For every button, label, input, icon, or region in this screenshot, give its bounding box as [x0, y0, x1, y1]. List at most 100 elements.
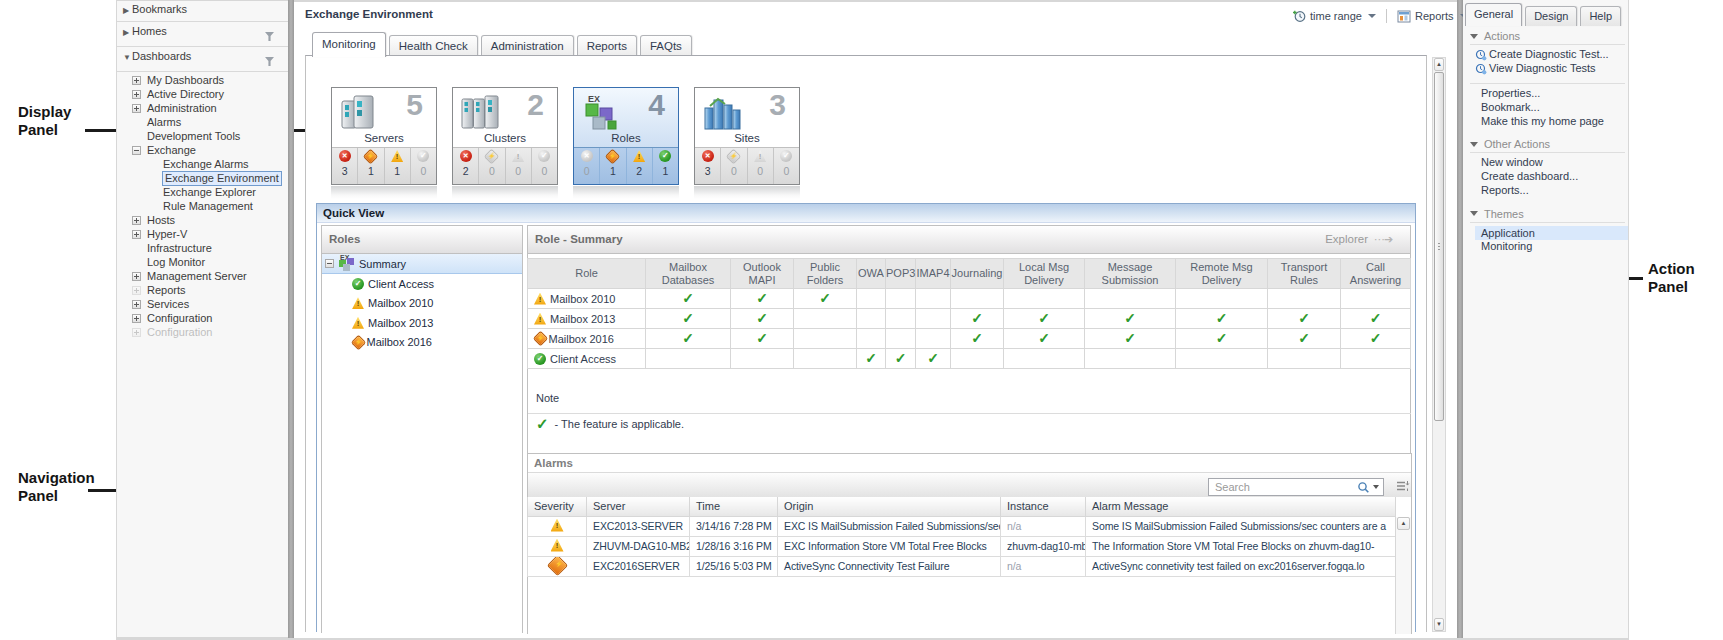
- nav-section-caret[interactable]: ▶: [123, 28, 129, 37]
- action-item-reports-[interactable]: Reports...: [1463, 184, 1628, 198]
- nav-item-reports[interactable]: Reports: [117, 283, 287, 297]
- nav-item-hyper-v[interactable]: Hyper-V: [117, 227, 287, 241]
- alarms-col-header[interactable]: Severity: [528, 497, 587, 516]
- tile-clusters[interactable]: 2Clusters2000: [452, 87, 558, 185]
- tile-alarm-cell-warning[interactable]: 2: [627, 148, 653, 184]
- plus-expander-icon[interactable]: [132, 328, 141, 337]
- plus-expander-icon[interactable]: [132, 90, 141, 99]
- action-tab-general[interactable]: General: [1465, 3, 1522, 26]
- nav-section-bookmarks[interactable]: ▶Bookmarks: [117, 3, 288, 21]
- plus-expander-icon[interactable]: [132, 104, 141, 113]
- action-item-make-this-my-home-page[interactable]: Make this my home page: [1463, 115, 1628, 129]
- main-scrollbar[interactable]: ▲ ▼: [1432, 57, 1446, 632]
- nav-item-development-tools[interactable]: Development Tools: [117, 129, 287, 143]
- summary-role-cell[interactable]: Client Access: [528, 349, 646, 369]
- action-item-application[interactable]: Application: [1475, 226, 1628, 240]
- action-item-bookmark-[interactable]: Bookmark...: [1463, 101, 1628, 115]
- tile-servers[interactable]: 5Servers3110: [331, 87, 437, 185]
- action-item-new-window[interactable]: New window: [1463, 156, 1628, 170]
- alarm-row[interactable]: EXC2016SERVER1/25/16 5:03 PMActiveSync C…: [528, 556, 1396, 576]
- plus-expander-icon[interactable]: [132, 314, 141, 323]
- nav-item-services[interactable]: Services: [117, 297, 287, 311]
- tile-roles[interactable]: EX4Roles0121: [573, 87, 679, 185]
- alarm-row[interactable]: EXC2013-SERVER3/14/16 7:28 PMEXC IS Mail…: [528, 516, 1396, 536]
- nav-item-exchange[interactable]: Exchange: [117, 143, 287, 157]
- nav-item-active-directory[interactable]: Active Directory: [117, 87, 287, 101]
- alarm-row[interactable]: ZHUVM-DAG10-MB21/28/16 3:16 PMEXC Inform…: [528, 536, 1396, 556]
- nav-section-homes[interactable]: ▶Homes: [117, 25, 288, 43]
- nav-item-hosts[interactable]: Hosts: [117, 213, 287, 227]
- time-range-dropdown-icon[interactable]: [1368, 14, 1376, 18]
- alarms-col-header[interactable]: Origin: [778, 497, 1001, 516]
- tile-alarm-cell-warning[interactable]: 1: [385, 148, 411, 184]
- plus-expander-icon[interactable]: [132, 272, 141, 281]
- nav-item-exchange-explorer[interactable]: Exchange Explorer: [117, 185, 287, 199]
- alarms-col-header[interactable]: Alarm Message: [1086, 497, 1396, 516]
- table-customizer-icon[interactable]: [1396, 479, 1410, 492]
- action-tab-help[interactable]: Help: [1580, 6, 1621, 26]
- nav-item-my-dashboards[interactable]: My Dashboards: [117, 73, 287, 87]
- action-item-monitoring[interactable]: Monitoring: [1463, 240, 1628, 254]
- main-scroll-thumb[interactable]: [1434, 72, 1444, 421]
- tab-reports[interactable]: Reports: [577, 35, 637, 56]
- minus-expander-icon[interactable]: [132, 146, 141, 155]
- tile-alarm-cell-normal[interactable]: 0: [532, 148, 557, 184]
- reports-menu-label[interactable]: Reports: [1415, 10, 1454, 22]
- roles-tree-item-mailbox-2010[interactable]: Mailbox 2010: [322, 294, 522, 314]
- main-scroll-down[interactable]: ▼: [1434, 618, 1444, 631]
- alarms-col-header[interactable]: Server: [587, 497, 690, 516]
- alarms-col-header[interactable]: Instance: [1001, 497, 1086, 516]
- explorer-link[interactable]: Explorer: [1325, 226, 1368, 253]
- roles-tree-item-mailbox-2016[interactable]: Mailbox 2016: [322, 333, 522, 353]
- nav-item-rule-management[interactable]: Rule Management: [117, 199, 287, 213]
- plus-expander-icon[interactable]: [132, 216, 141, 225]
- action-item-view-diagnostic-tests[interactable]: View Diagnostic Tests: [1463, 62, 1628, 76]
- search-dropdown-icon[interactable]: [1373, 485, 1379, 489]
- tile-alarm-cell-normal[interactable]: 1: [653, 148, 678, 184]
- tile-alarm-cell-fatal[interactable]: 0: [479, 148, 505, 184]
- section-collapse-icon[interactable]: [1470, 34, 1478, 39]
- action-tab-design[interactable]: Design: [1525, 6, 1577, 26]
- nav-item-administration[interactable]: Administration: [117, 101, 287, 115]
- search-icon[interactable]: [1357, 481, 1370, 494]
- search-box[interactable]: [1208, 478, 1384, 496]
- nav-item-infrastructure[interactable]: Infrastructure: [117, 241, 287, 255]
- nav-item-configuration[interactable]: Configuration: [117, 311, 287, 325]
- tile-alarm-cell-normal[interactable]: 0: [411, 148, 436, 184]
- plus-expander-icon[interactable]: [132, 230, 141, 239]
- tile-alarm-cell-warning[interactable]: 0: [506, 148, 532, 184]
- roles-tree-item-mailbox-2013[interactable]: Mailbox 2013: [322, 313, 522, 333]
- nav-item-exchange-alarms[interactable]: Exchange Alarms: [117, 157, 287, 171]
- tile-alarm-cell-fatal[interactable]: 1: [358, 148, 384, 184]
- tab-faqts[interactable]: FAQts: [640, 35, 692, 56]
- nav-item-management-server[interactable]: Management Server: [117, 269, 287, 283]
- nav-section-caret[interactable]: ▶: [123, 6, 129, 15]
- tile-sites[interactable]: 3Sites3000: [694, 87, 800, 185]
- tile-alarm-cell-fatal[interactable]: 1: [600, 148, 626, 184]
- main-scroll-up[interactable]: ▲: [1434, 58, 1444, 71]
- tile-alarm-cell-critical[interactable]: 2: [453, 148, 479, 184]
- left-splitter[interactable]: [288, 0, 294, 638]
- summary-role-cell[interactable]: Mailbox 2010: [528, 289, 646, 309]
- tab-monitoring[interactable]: Monitoring: [312, 32, 386, 57]
- alarms-scrollbar[interactable]: ▲: [1395, 517, 1411, 634]
- search-input[interactable]: [1213, 480, 1343, 494]
- tile-alarm-cell-critical[interactable]: 3: [332, 148, 358, 184]
- summary-role-cell[interactable]: Mailbox 2013: [528, 309, 646, 329]
- nav-item-exchange-environment[interactable]: Exchange Environment: [117, 171, 287, 185]
- section-collapse-icon[interactable]: [1470, 211, 1478, 216]
- tile-alarm-cell-critical[interactable]: 3: [695, 148, 721, 184]
- tile-alarm-cell-warning[interactable]: 0: [748, 148, 774, 184]
- nav-item-alarms[interactable]: Alarms: [117, 115, 287, 129]
- action-section-other-actions[interactable]: Other Actions: [1463, 136, 1628, 152]
- plus-expander-icon[interactable]: [132, 300, 141, 309]
- action-item-properties-[interactable]: Properties...: [1463, 87, 1628, 101]
- action-section-actions[interactable]: Actions: [1463, 28, 1628, 44]
- tab-health-check[interactable]: Health Check: [389, 35, 478, 56]
- summary-role-cell[interactable]: Mailbox 2016: [528, 329, 646, 349]
- minus-expander-icon[interactable]: [325, 259, 334, 268]
- explorer-arrow-icon[interactable]: ⋯➔: [1374, 233, 1404, 247]
- nav-item-log-monitor[interactable]: Log Monitor: [117, 255, 287, 269]
- tile-alarm-cell-critical[interactable]: 0: [574, 148, 600, 184]
- roles-tree-item-client-access[interactable]: Client Access: [322, 274, 522, 294]
